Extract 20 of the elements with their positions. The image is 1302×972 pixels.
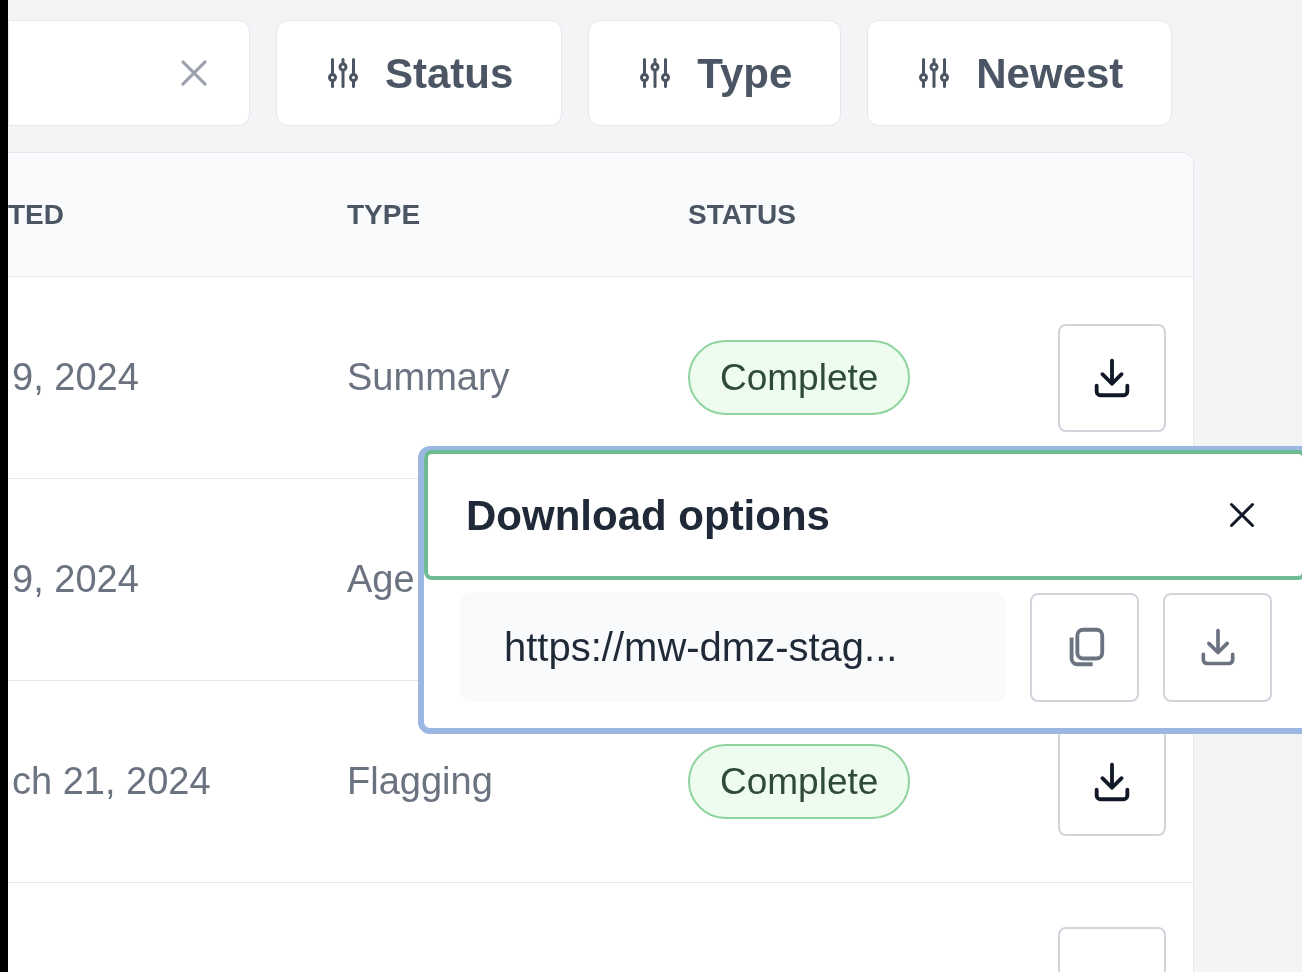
download-button[interactable] bbox=[1058, 323, 1166, 432]
status-badge: Complete bbox=[688, 339, 911, 416]
type-cell-text: Age bbox=[347, 557, 416, 602]
column-header: STATUS bbox=[688, 197, 796, 232]
search-field[interactable] bbox=[8, 20, 250, 126]
filter-button[interactable]: Type bbox=[588, 20, 842, 126]
date-cell-text: 9, 2024 bbox=[11, 557, 140, 602]
date-cell-text: 9, 2024 bbox=[11, 355, 140, 400]
type-cell-text: Summary bbox=[347, 355, 511, 400]
popover-title: Download options bbox=[466, 490, 830, 541]
sliders-icon bbox=[325, 55, 361, 91]
filter-button[interactable]: Newest bbox=[867, 20, 1173, 126]
type-cell-text: Flagging bbox=[347, 759, 494, 804]
status-badge: Complete bbox=[688, 743, 911, 820]
copy-button[interactable] bbox=[1030, 592, 1139, 702]
column-header: TYPE bbox=[347, 197, 422, 232]
url-field[interactable]: https://mw-dmz-stag... bbox=[460, 592, 1006, 702]
date-cell-text: ch 21, 2024 bbox=[11, 759, 212, 804]
filter-button[interactable]: Status bbox=[276, 20, 563, 126]
column-header: TED bbox=[8, 197, 65, 232]
